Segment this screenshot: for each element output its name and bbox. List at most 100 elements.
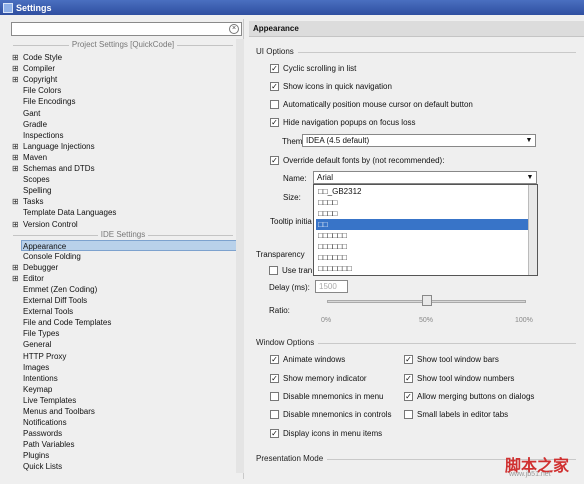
window-option-label: Show tool window numbers bbox=[417, 374, 515, 383]
tree-item[interactable]: Spelling bbox=[23, 185, 51, 196]
tree-item[interactable]: Code Style bbox=[12, 52, 62, 63]
override-fonts-label: Override default fonts by (not recommend… bbox=[283, 156, 445, 165]
theme-select[interactable]: IDEA (4.5 default) ▼ bbox=[302, 134, 536, 147]
tree-item[interactable]: General bbox=[23, 339, 51, 350]
window-option-checkbox[interactable] bbox=[270, 392, 279, 401]
tree-item[interactable]: Path Variables bbox=[23, 439, 74, 450]
font-option[interactable]: □□□□ bbox=[316, 208, 528, 219]
tree-item[interactable]: Quick Lists bbox=[23, 461, 62, 472]
page-title: Appearance bbox=[249, 21, 584, 37]
delay-input[interactable]: 1500 bbox=[315, 280, 348, 293]
font-option[interactable]: □□□□□□ bbox=[316, 241, 528, 252]
tree-item[interactable]: Gradle bbox=[23, 119, 47, 130]
use-transparency-checkbox[interactable] bbox=[269, 266, 278, 275]
option-label: Hide navigation popups on focus loss bbox=[283, 118, 416, 127]
window-title: Settings bbox=[16, 2, 52, 13]
app-icon bbox=[3, 2, 13, 13]
tree-item[interactable]: Editor bbox=[12, 273, 44, 284]
tree-item[interactable]: Intentions bbox=[23, 373, 58, 384]
tree-item[interactable]: Copyright bbox=[12, 74, 57, 85]
tree-item[interactable]: Maven bbox=[12, 152, 47, 163]
window-option-label: Disable mnemonics in controls bbox=[283, 410, 392, 419]
ui-options-section: UI Options bbox=[256, 47, 582, 57]
tree-item[interactable]: File and Code Templates bbox=[23, 317, 111, 328]
tree-item[interactable]: File Colors bbox=[23, 85, 61, 96]
delay-label: Delay (ms): bbox=[269, 283, 310, 292]
tree-item[interactable]: Appearance bbox=[21, 240, 241, 251]
tree-item[interactable]: External Diff Tools bbox=[23, 295, 87, 306]
window-option-label: Show memory indicator bbox=[283, 374, 367, 383]
tree-item[interactable]: Debugger bbox=[12, 262, 58, 273]
chevron-down-icon: ▼ bbox=[526, 174, 534, 181]
tree-item[interactable]: Scopes bbox=[23, 174, 50, 185]
font-option[interactable]: □□□□□□□ bbox=[316, 263, 528, 274]
settings-tree-panel: × Project Settings [QuickCode] Code Styl… bbox=[9, 19, 244, 479]
tree-item[interactable]: Console Folding bbox=[23, 251, 81, 262]
tree-item[interactable]: Schemas and DTDs bbox=[12, 163, 95, 174]
tree-item[interactable]: Images bbox=[23, 362, 49, 373]
font-option[interactable]: □□□□ bbox=[316, 197, 528, 208]
tree-item[interactable]: Template Data Languages bbox=[23, 207, 116, 218]
window-option-checkbox[interactable] bbox=[270, 410, 279, 419]
tooltip-label: Tooltip initia bbox=[270, 217, 312, 226]
tree-item[interactable]: Plugins bbox=[23, 450, 49, 461]
ratio-label: Ratio: bbox=[269, 306, 290, 315]
window-option-checkbox[interactable]: ✓ bbox=[270, 429, 279, 438]
window-option-checkbox[interactable]: ✓ bbox=[404, 392, 413, 401]
window-option-label: Animate windows bbox=[283, 355, 346, 364]
font-option[interactable]: □□_GB2312 bbox=[316, 186, 528, 197]
tree-item[interactable]: Live Templates bbox=[23, 395, 76, 406]
title-bar: Settings bbox=[0, 0, 584, 15]
tree-item[interactable]: Version Control bbox=[12, 219, 78, 230]
window-option-label: Small labels in editor tabs bbox=[417, 410, 509, 419]
tree-item[interactable]: Emmet (Zen Coding) bbox=[23, 284, 97, 295]
override-fonts-checkbox[interactable]: ✓ bbox=[270, 156, 279, 165]
option-checkbox[interactable]: ✓ bbox=[270, 64, 279, 73]
ratio-slider-thumb[interactable] bbox=[422, 295, 432, 306]
font-option[interactable]: □□□□□□ bbox=[316, 252, 528, 263]
tree-item[interactable]: Keymap bbox=[23, 384, 52, 395]
ide-settings-header: IDE Settings bbox=[9, 230, 237, 240]
tick-50: 50% bbox=[419, 317, 434, 324]
font-name-label: Name: bbox=[283, 174, 307, 183]
dropdown-scrollbar[interactable] bbox=[528, 185, 537, 275]
option-label: Show icons in quick navigation bbox=[283, 82, 392, 91]
window-option-checkbox[interactable] bbox=[404, 410, 413, 419]
tree-item[interactable]: Language Injections bbox=[12, 141, 95, 152]
tree-item[interactable]: HTTP Proxy bbox=[23, 351, 66, 362]
option-checkbox[interactable] bbox=[270, 100, 279, 109]
tree-item[interactable]: Notifications bbox=[23, 417, 67, 428]
tree-item[interactable]: Gant bbox=[23, 108, 40, 119]
tick-100: 100% bbox=[515, 317, 533, 324]
font-option[interactable]: □□ bbox=[316, 219, 528, 230]
watermark-url: www.jb51.net bbox=[509, 471, 551, 478]
option-checkbox[interactable]: ✓ bbox=[270, 118, 279, 127]
font-name-select[interactable]: Arial ▼ bbox=[313, 171, 537, 184]
option-label: Cyclic scrolling in list bbox=[283, 64, 357, 73]
tick-0: 0% bbox=[321, 317, 332, 324]
tree-item[interactable]: Passwords bbox=[23, 428, 62, 439]
chevron-down-icon: ▼ bbox=[525, 137, 533, 144]
window-option-checkbox[interactable]: ✓ bbox=[270, 374, 279, 383]
tree-item[interactable]: Menus and Toolbars bbox=[23, 406, 95, 417]
option-checkbox[interactable]: ✓ bbox=[270, 82, 279, 91]
font-dropdown-list[interactable]: □□_GB2312 □□□□ □□□□ □□ □□□□□□ □□□□□□ □□□□□□ □□□… bbox=[313, 184, 538, 276]
window-option-checkbox[interactable]: ✓ bbox=[270, 355, 279, 364]
project-settings-header: Project Settings [QuickCode] bbox=[9, 40, 237, 50]
tree-scrollbar[interactable] bbox=[236, 39, 244, 473]
font-option[interactable]: □□□□□□ bbox=[316, 230, 528, 241]
tree-item[interactable]: Compiler bbox=[12, 63, 55, 74]
tree-item[interactable]: External Tools bbox=[23, 306, 73, 317]
window-option-label: Allow merging buttons on dialogs bbox=[417, 392, 535, 401]
tree-item[interactable]: Inspections bbox=[23, 130, 63, 141]
transparency-section: Transparency bbox=[256, 250, 305, 259]
window-option-checkbox[interactable]: ✓ bbox=[404, 374, 413, 383]
search-input[interactable]: × bbox=[11, 22, 242, 36]
window-option-label: Disable mnemonics in menu bbox=[283, 392, 384, 401]
tree-item[interactable]: Tasks bbox=[12, 196, 44, 207]
tree-item[interactable]: File Encodings bbox=[23, 96, 75, 107]
window-option-label: Display icons in menu items bbox=[283, 429, 383, 438]
window-option-checkbox[interactable]: ✓ bbox=[404, 355, 413, 364]
clear-search-icon[interactable]: × bbox=[229, 24, 239, 34]
tree-item[interactable]: File Types bbox=[23, 328, 59, 339]
